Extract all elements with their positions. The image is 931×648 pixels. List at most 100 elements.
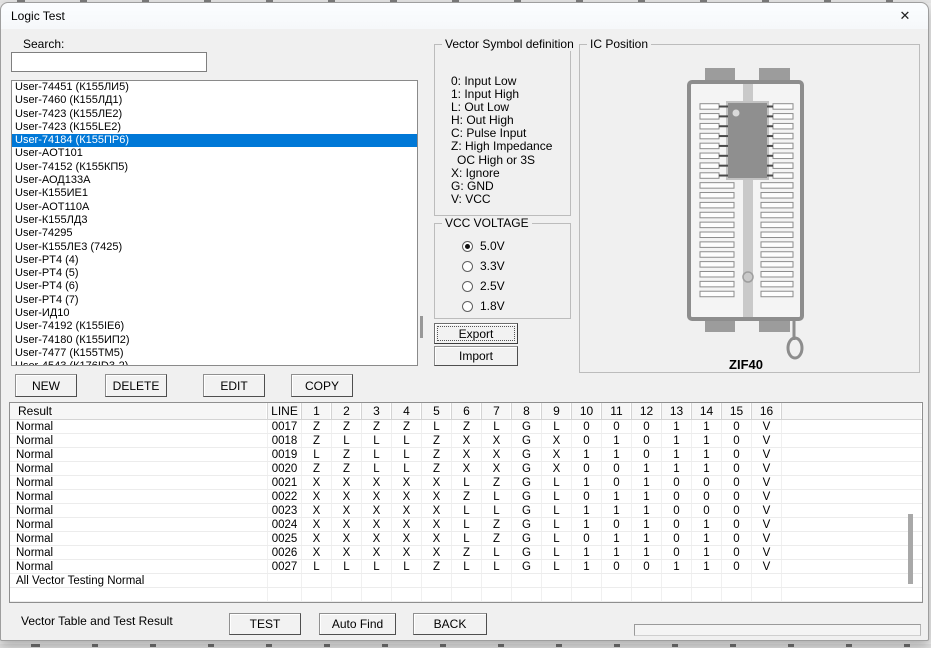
list-item[interactable]: User-74295	[12, 227, 417, 240]
delete-button[interactable]: DELETE	[105, 374, 167, 397]
socket-pin	[761, 212, 793, 218]
table-row[interactable]: Normal0025XXXXXLZGL011010V	[10, 532, 922, 546]
vector-cell: X	[542, 448, 572, 461]
list-item[interactable]: User-К155ЛД3	[12, 214, 417, 227]
column-header[interactable]: 11	[602, 403, 632, 419]
vcc-option[interactable]: 5.0V	[435, 236, 570, 256]
vector-cell: 1	[662, 448, 692, 461]
table-row[interactable]: Normal0022XXXXXZLGL011000V	[10, 490, 922, 504]
result-table-body: Normal0017ZZZZLZLGL000110VNormal0018ZLLL…	[10, 420, 922, 602]
vector-cell: X	[422, 546, 452, 559]
table-row[interactable]: Normal0019LZLLZXXGX110110V	[10, 448, 922, 462]
list-item[interactable]: User-К155ЛЕ3 (7425)	[12, 241, 417, 254]
table-row[interactable]: Normal0017ZZZZLZLGL000110V	[10, 420, 922, 434]
radio-icon[interactable]	[462, 301, 473, 312]
column-header[interactable]: 9	[542, 403, 572, 419]
list-item[interactable]: User-74184 (К155ПР6)	[12, 134, 417, 147]
socket-pin	[700, 212, 734, 218]
vector-cell: L	[332, 560, 362, 573]
search-input[interactable]	[11, 52, 207, 72]
list-item[interactable]: User-74192 (К155IE6)	[12, 320, 417, 333]
vector-cell: 1	[572, 518, 602, 531]
chip-listbox[interactable]: User-74451 (К155ЛИ5)User-7460 (К155ЛД1)U…	[11, 80, 418, 366]
column-header[interactable]: 3	[362, 403, 392, 419]
column-header[interactable]: 14	[692, 403, 722, 419]
socket-pin	[700, 123, 719, 129]
vector-cell: 0	[722, 448, 752, 461]
list-item[interactable]: User-ИД10	[12, 307, 417, 320]
copy-button[interactable]: COPY	[291, 374, 353, 397]
vcc-option[interactable]: 2.5V	[435, 276, 570, 296]
table-row[interactable]: Normal0027LLLLZLLGL100110V	[10, 560, 922, 574]
result-cell: Normal	[10, 546, 268, 559]
titlebar: Logic Test ✕	[1, 3, 928, 29]
column-header[interactable]: 8	[512, 403, 542, 419]
socket-pin	[761, 281, 793, 287]
vector-cell: 1	[692, 560, 722, 573]
column-header[interactable]: 5	[422, 403, 452, 419]
vcc-option[interactable]: 3.3V	[435, 256, 570, 276]
column-header[interactable]: 12	[632, 403, 662, 419]
vector-cell: 0	[662, 490, 692, 503]
edit-button[interactable]: EDIT	[203, 374, 265, 397]
vector-cell: G	[512, 504, 542, 517]
vector-cell: X	[332, 476, 362, 489]
list-item[interactable]: User-AOT110A	[12, 201, 417, 214]
result-cell: Normal	[10, 434, 268, 447]
list-item[interactable]: User-PT4 (5)	[12, 267, 417, 280]
column-header[interactable]: 7	[482, 403, 512, 419]
column-header[interactable]: 13	[662, 403, 692, 419]
vector-cell: 0	[662, 532, 692, 545]
list-item[interactable]: User-7460 (К155ЛД1)	[12, 94, 417, 107]
table-row[interactable]: Normal0020ZZLLZXXGX001110V	[10, 462, 922, 476]
column-header[interactable]: Result	[10, 403, 268, 419]
table-row[interactable]: Normal0021XXXXXLZGL101000V	[10, 476, 922, 490]
list-item[interactable]: User-7423 (К155LE2)	[12, 121, 417, 134]
list-item[interactable]: User-К155ИЕ1	[12, 187, 417, 200]
auto-find-button[interactable]: Auto Find	[319, 613, 396, 635]
vector-cell: Z	[362, 420, 392, 433]
column-header[interactable]: 4	[392, 403, 422, 419]
back-button[interactable]: BACK	[413, 613, 487, 635]
vector-cell: 1	[602, 434, 632, 447]
vcc-option[interactable]: 1.8V	[435, 296, 570, 316]
listbox-scrollbar-thumb[interactable]	[420, 316, 423, 338]
search-label: Search:	[23, 37, 64, 51]
list-item[interactable]: User-7423 (К155ЛЕ2)	[12, 108, 417, 121]
vector-cell: 1	[572, 448, 602, 461]
new-button[interactable]: NEW	[15, 374, 77, 397]
list-item[interactable]: User-АОД133А	[12, 174, 417, 187]
list-item[interactable]: User-74152 (К155КП5)	[12, 161, 417, 174]
list-item[interactable]: User-AOT101	[12, 147, 417, 160]
table-scrollbar-thumb[interactable]	[908, 514, 913, 584]
close-button[interactable]: ✕	[888, 3, 922, 29]
export-button[interactable]: Export	[434, 323, 518, 344]
list-item[interactable]: User-4543 (К176ID3-2)	[12, 360, 417, 366]
column-header[interactable]: 10	[572, 403, 602, 419]
radio-icon[interactable]	[462, 261, 473, 272]
column-header[interactable]: 15	[722, 403, 752, 419]
vector-cell: L	[542, 420, 572, 433]
column-header[interactable]: 2	[332, 403, 362, 419]
result-cell: Normal	[10, 420, 268, 433]
import-button[interactable]: Import	[434, 346, 518, 366]
column-header[interactable]: 6	[452, 403, 482, 419]
radio-icon[interactable]	[462, 281, 473, 292]
column-header[interactable]: LINE	[268, 403, 302, 419]
table-row[interactable]: Normal0018ZLLLZXXGX010110V	[10, 434, 922, 448]
list-item[interactable]: User-PT4 (4)	[12, 254, 417, 267]
list-item[interactable]: User-PT4 (7)	[12, 294, 417, 307]
table-row[interactable]: Normal0023XXXXXLLGL111000V	[10, 504, 922, 518]
list-item[interactable]: User-PT4 (6)	[12, 280, 417, 293]
table-row[interactable]: Normal0026XXXXXZLGL111010V	[10, 546, 922, 560]
test-button[interactable]: TEST	[229, 613, 301, 635]
vector-cell: L	[542, 490, 572, 503]
column-header[interactable]: 16	[752, 403, 782, 419]
column-header[interactable]: 1	[302, 403, 332, 419]
list-item[interactable]: User-74180 (К155ИП2)	[12, 334, 417, 347]
table-row[interactable]: Normal0024XXXXXLZGL101010V	[10, 518, 922, 532]
list-item[interactable]: User-7477 (К155ТМ5)	[12, 347, 417, 360]
result-table[interactable]: ResultLINE12345678910111213141516 Normal…	[9, 402, 923, 603]
list-item[interactable]: User-74451 (К155ЛИ5)	[12, 81, 417, 94]
radio-icon[interactable]	[462, 241, 473, 252]
